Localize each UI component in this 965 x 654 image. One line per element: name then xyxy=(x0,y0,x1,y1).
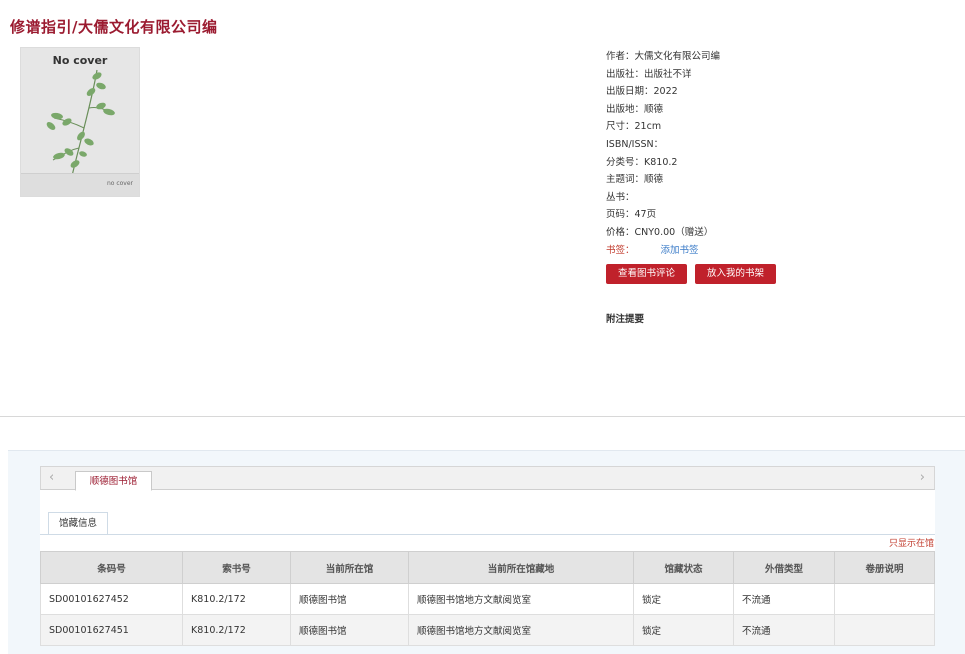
cell-volume-note xyxy=(834,614,935,646)
cover-title: No cover xyxy=(52,54,108,67)
meta-series: 丛书： xyxy=(606,191,635,203)
tab-holdings-info[interactable]: 馆藏信息 xyxy=(48,512,108,534)
meta-isbn: ISBN/ISSN： xyxy=(606,138,664,150)
meta-pages: 页码：47页 xyxy=(606,209,657,221)
plant-illustration-icon xyxy=(46,69,115,177)
view-reviews-button[interactable]: 查看图书评论 xyxy=(606,264,687,284)
cell-current-location: 顺德图书馆地方文献阅览室 xyxy=(408,583,634,615)
cell-current-library: 顺德图书馆 xyxy=(290,583,409,615)
column-header-barcode: 条码号 xyxy=(40,551,183,584)
column-header-volume-note: 卷册说明 xyxy=(834,551,935,584)
column-header-current-location: 当前所在馆藏地 xyxy=(408,551,634,584)
cell-call-number: K810.2/172 xyxy=(182,614,291,646)
cell-loan-type: 不流通 xyxy=(733,583,835,615)
book-cover-image: No cover no cover xyxy=(20,47,140,197)
only-show-available-link[interactable]: 只显示在馆 xyxy=(889,536,934,549)
cell-status: 锁定 xyxy=(633,583,734,615)
page-title: 修谱指引/大儒文化有限公司编 xyxy=(10,18,218,36)
add-to-shelf-button[interactable]: 放入我的书架 xyxy=(695,264,776,284)
cell-volume-note xyxy=(834,583,935,615)
chevron-left-icon[interactable]: ‹ xyxy=(49,470,54,485)
column-header-status: 馆藏状态 xyxy=(633,551,734,584)
cell-call-number: K810.2/172 xyxy=(182,583,291,615)
column-header-call-number: 索书号 xyxy=(182,551,291,584)
meta-author: 作者：大儒文化有限公司编 xyxy=(606,51,721,62)
table-row: SD00101627452 K810.2/172 顺德图书馆 顺德图书馆地方文献… xyxy=(40,583,935,615)
cell-barcode: SD00101627452 xyxy=(40,583,183,615)
chevron-right-icon[interactable]: › xyxy=(920,470,925,485)
column-header-loan-type: 外借类型 xyxy=(733,551,835,584)
cell-loan-type: 不流通 xyxy=(733,614,835,646)
section-divider xyxy=(0,416,965,417)
table-header-row: 条码号 索书号 当前所在馆 当前所在馆藏地 馆藏状态 外借类型 卷册说明 xyxy=(40,551,935,584)
book-metadata: 作者：大儒文化有限公司编 出版社：出版社不详 出版日期：2022 出版地：顺德 … xyxy=(606,48,720,259)
meta-publish-place: 出版地：顺德 xyxy=(606,103,664,115)
tab-shunde-library[interactable]: 顺德图书馆 xyxy=(75,471,152,491)
cell-current-location: 顺德图书馆地方文献阅览室 xyxy=(408,614,634,646)
meta-bookmark: 书签： 添加书签 xyxy=(606,242,720,260)
notes-heading: 附注提要 xyxy=(606,314,645,325)
cell-status: 锁定 xyxy=(633,614,734,646)
meta-size: 尺寸：21cm xyxy=(606,121,662,133)
holdings-table: 条码号 索书号 当前所在馆 当前所在馆藏地 馆藏状态 外借类型 卷册说明 SD0… xyxy=(40,551,935,646)
library-tab-bar: ‹ 顺德图书馆 › xyxy=(40,466,935,491)
meta-publisher: 出版社：出版社不详 xyxy=(606,68,692,80)
add-bookmark-link[interactable]: 添加书签 xyxy=(661,245,699,256)
meta-subject: 主题词：顺德 xyxy=(606,174,664,186)
cell-barcode: SD00101627451 xyxy=(40,614,183,646)
holdings-panel: ‹ 顺德图书馆 › 馆藏信息 只显示在馆 条码号 索书号 当前所在馆 当前所在馆… xyxy=(40,466,935,646)
meta-price: 价格：CNY0.00（赠送） xyxy=(606,226,714,238)
bookmark-label: 书签： xyxy=(606,244,635,256)
meta-classification: 分类号：K810.2 xyxy=(606,156,678,168)
column-header-current-library: 当前所在馆 xyxy=(290,551,409,584)
subtab-underline xyxy=(40,534,935,535)
meta-publish-date: 出版日期：2022 xyxy=(606,86,678,98)
cover-footer: no cover xyxy=(21,173,139,196)
table-row: SD00101627451 K810.2/172 顺德图书馆 顺德图书馆地方文献… xyxy=(40,614,935,646)
cell-current-library: 顺德图书馆 xyxy=(290,614,409,646)
cover-footer-text: no cover xyxy=(106,180,133,187)
